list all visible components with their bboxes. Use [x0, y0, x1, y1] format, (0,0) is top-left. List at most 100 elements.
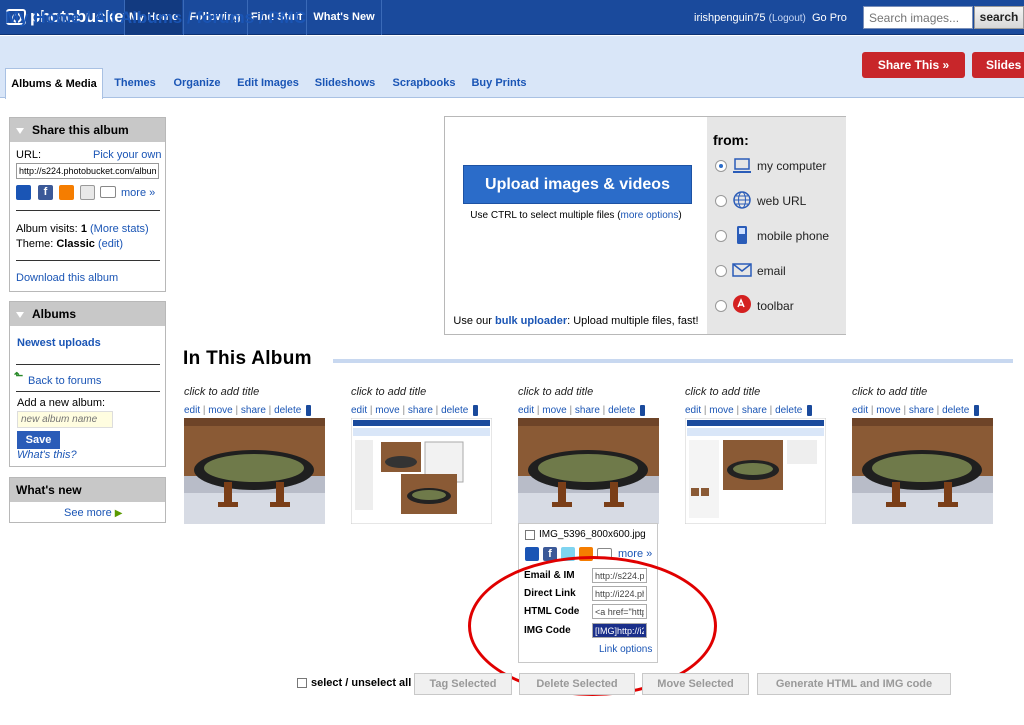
add-title-link[interactable]: click to add title	[852, 386, 1002, 398]
album-url-field[interactable]	[16, 163, 159, 179]
edit-link[interactable]: edit	[518, 405, 534, 416]
add-title-link[interactable]: click to add title	[351, 386, 501, 398]
slideshow-button[interactable]: Slides	[972, 52, 1024, 78]
logout-link[interactable]: (Logout)	[769, 13, 806, 24]
add-title-link[interactable]: click to add title	[518, 386, 668, 398]
source-radio-email[interactable]	[715, 265, 727, 277]
share-album-header[interactable]: Share this album	[10, 118, 165, 142]
thumbnail-image[interactable]	[685, 418, 826, 524]
save-album-button[interactable]: Save	[17, 431, 60, 449]
share-more-link[interactable]: more »	[121, 187, 155, 199]
tab-albums-media[interactable]: Albums & Media	[5, 68, 103, 99]
new-album-name-input[interactable]	[17, 411, 113, 428]
thumbnail-image[interactable]	[852, 418, 993, 524]
laptop-icon	[733, 158, 751, 173]
download-album-link[interactable]: Download this album	[16, 272, 118, 284]
share-link[interactable]: share	[575, 405, 600, 416]
breadcrumb[interactable]: My Home / All Albums / forums / PMC	[5, 8, 306, 28]
edit-link[interactable]: edit	[351, 405, 367, 416]
thumbnail-image[interactable]	[351, 418, 492, 524]
globe-icon	[733, 191, 751, 209]
move-link[interactable]: move	[709, 405, 733, 416]
delete-link[interactable]: delete	[942, 405, 969, 416]
delete-link[interactable]: delete	[775, 405, 802, 416]
share-link[interactable]: share	[408, 405, 433, 416]
theme-edit-link[interactable]: (edit)	[98, 238, 123, 250]
delete-link[interactable]: delete	[274, 405, 301, 416]
tag-selected-button[interactable]: Tag Selected	[414, 673, 512, 695]
delete-link[interactable]: delete	[441, 405, 468, 416]
username[interactable]: irishpenguin75	[694, 12, 766, 24]
tab-slideshows[interactable]: Slideshows	[310, 72, 380, 94]
email-icon[interactable]	[100, 186, 116, 198]
move-link[interactable]: move	[375, 405, 399, 416]
move-link[interactable]: move	[876, 405, 900, 416]
facebook-icon[interactable]: f	[38, 185, 53, 200]
tab-themes[interactable]: Themes	[108, 72, 162, 94]
source-my-computer[interactable]: my computer	[757, 159, 826, 173]
move-link[interactable]: move	[542, 405, 566, 416]
go-pro-link[interactable]: Go Pro	[812, 12, 847, 24]
whats-this-link[interactable]: What's this?	[17, 449, 77, 461]
albums-title: Albums	[32, 307, 77, 321]
tab-organize[interactable]: Organize	[168, 72, 226, 94]
move-link[interactable]: move	[208, 405, 232, 416]
mobile-icon[interactable]	[640, 405, 646, 416]
back-to-forums-link[interactable]: Back to forums	[28, 375, 101, 387]
link-icon[interactable]	[80, 185, 95, 200]
edit-link[interactable]: edit	[184, 405, 200, 416]
arrow-right-icon: ▶	[114, 508, 123, 519]
album-item: click to add title edit | move | share |…	[852, 386, 1002, 524]
source-radio-mobile[interactable]	[715, 230, 727, 242]
more-options-link[interactable]: more options	[621, 210, 679, 221]
thumbnail-image[interactable]	[518, 418, 659, 524]
source-toolbar[interactable]: toolbar	[757, 299, 794, 313]
mobile-icon[interactable]	[306, 405, 312, 416]
image-select-checkbox[interactable]	[525, 530, 535, 540]
share-this-button[interactable]: Share This »	[862, 52, 965, 78]
newest-uploads-link[interactable]: Newest uploads	[17, 337, 101, 349]
share-link[interactable]: share	[909, 405, 934, 416]
more-stats-link[interactable]: (More stats)	[90, 223, 149, 235]
move-selected-button[interactable]: Move Selected	[642, 673, 749, 695]
upload-button[interactable]: Upload images & videos	[463, 165, 692, 204]
edit-link[interactable]: edit	[852, 405, 868, 416]
myspace-icon[interactable]	[525, 547, 539, 561]
generate-html-img-button[interactable]: Generate HTML and IMG code	[757, 673, 951, 695]
delete-link[interactable]: delete	[608, 405, 635, 416]
mobile-icon[interactable]	[473, 405, 479, 416]
divider	[16, 391, 160, 392]
search-button[interactable]: search	[974, 6, 1024, 29]
bulk-uploader-link[interactable]: bulk uploader	[495, 315, 567, 327]
delete-selected-button[interactable]: Delete Selected	[519, 673, 635, 695]
mobile-phone-icon	[737, 226, 747, 244]
tab-edit-images[interactable]: Edit Images	[232, 72, 304, 94]
tab-buy-prints[interactable]: Buy Prints	[468, 72, 530, 94]
select-all-checkbox[interactable]	[297, 678, 307, 688]
share-link[interactable]: share	[241, 405, 266, 416]
user-info: irishpenguin75 (Logout)	[694, 12, 806, 24]
myspace-icon[interactable]	[16, 185, 31, 200]
mobile-icon[interactable]	[974, 405, 980, 416]
add-title-link[interactable]: click to add title	[685, 386, 835, 398]
nav-whats-new[interactable]: What's New	[306, 0, 382, 35]
mobile-icon[interactable]	[807, 405, 813, 416]
source-radio-computer[interactable]	[715, 160, 727, 172]
albums-header[interactable]: Albums	[10, 302, 165, 326]
edit-link[interactable]: edit	[685, 405, 701, 416]
source-radio-url[interactable]	[715, 195, 727, 207]
share-link[interactable]: share	[742, 405, 767, 416]
see-more-link[interactable]: See more	[64, 507, 112, 519]
source-mobile-phone[interactable]: mobile phone	[757, 229, 829, 243]
source-web-url[interactable]: web URL	[757, 194, 806, 208]
search-input[interactable]	[863, 6, 973, 29]
select-all-label[interactable]: select / unselect all	[311, 677, 411, 689]
blogger-icon[interactable]	[59, 185, 74, 200]
tab-scrapbooks[interactable]: Scrapbooks	[387, 72, 461, 94]
thumbnail-image[interactable]	[184, 418, 325, 524]
source-email[interactable]: email	[757, 264, 786, 278]
source-radio-toolbar[interactable]	[715, 300, 727, 312]
collapse-triangle-icon	[16, 311, 24, 318]
pick-your-own-link[interactable]: Pick your own	[93, 149, 161, 161]
add-title-link[interactable]: click to add title	[184, 386, 334, 398]
